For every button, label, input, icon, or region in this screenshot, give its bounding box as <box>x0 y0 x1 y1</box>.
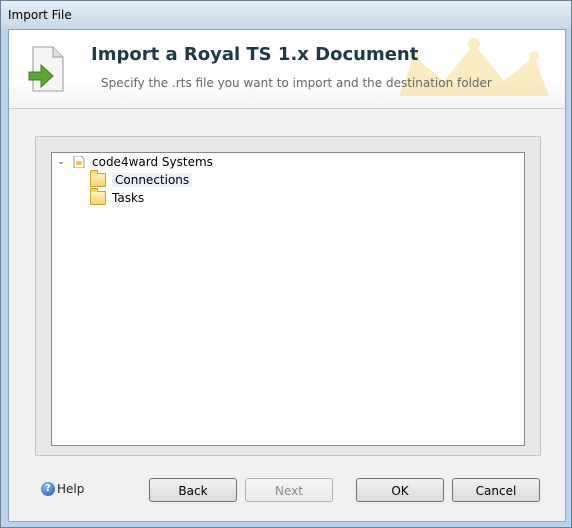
ok-button[interactable]: OK <box>356 478 444 502</box>
header-title: Import a Royal TS 1.x Document <box>91 44 419 65</box>
cancel-button[interactable]: Cancel <box>452 478 540 502</box>
tree-node-label: Connections <box>112 173 193 187</box>
document-icon <box>73 156 85 168</box>
folder-tree[interactable]: ⌄ code4ward Systems Connections Tasks <box>51 152 525 446</box>
header-subtitle: Specify the .rts file you want to import… <box>101 76 492 90</box>
tree-node-connections[interactable]: Connections <box>90 170 193 189</box>
help-link[interactable]: ? Help <box>41 482 84 496</box>
help-label: Help <box>57 482 85 496</box>
import-document-icon <box>28 46 64 92</box>
next-button[interactable]: Next <box>245 478 333 502</box>
title-bar[interactable]: Import File <box>1 1 571 29</box>
import-file-dialog: Import File Import a Royal TS 1.x Docume… <box>0 0 572 528</box>
tree-node-root[interactable]: ⌄ code4ward Systems <box>56 153 213 171</box>
tree-node-tasks[interactable]: Tasks <box>90 188 145 207</box>
window-title: Import File <box>8 8 72 22</box>
folder-icon <box>90 170 106 187</box>
help-icon: ? <box>41 482 55 496</box>
back-button[interactable]: Back <box>149 478 237 502</box>
dialog-body: Import a Royal TS 1.x Document Specify t… <box>8 29 566 522</box>
tree-node-label: code4ward Systems <box>92 155 213 169</box>
chevron-down-icon[interactable]: ⌄ <box>56 157 66 167</box>
tree-node-label: Tasks <box>112 191 145 205</box>
dialog-header: Import a Royal TS 1.x Document Specify t… <box>9 30 565 109</box>
folder-icon <box>90 188 106 205</box>
